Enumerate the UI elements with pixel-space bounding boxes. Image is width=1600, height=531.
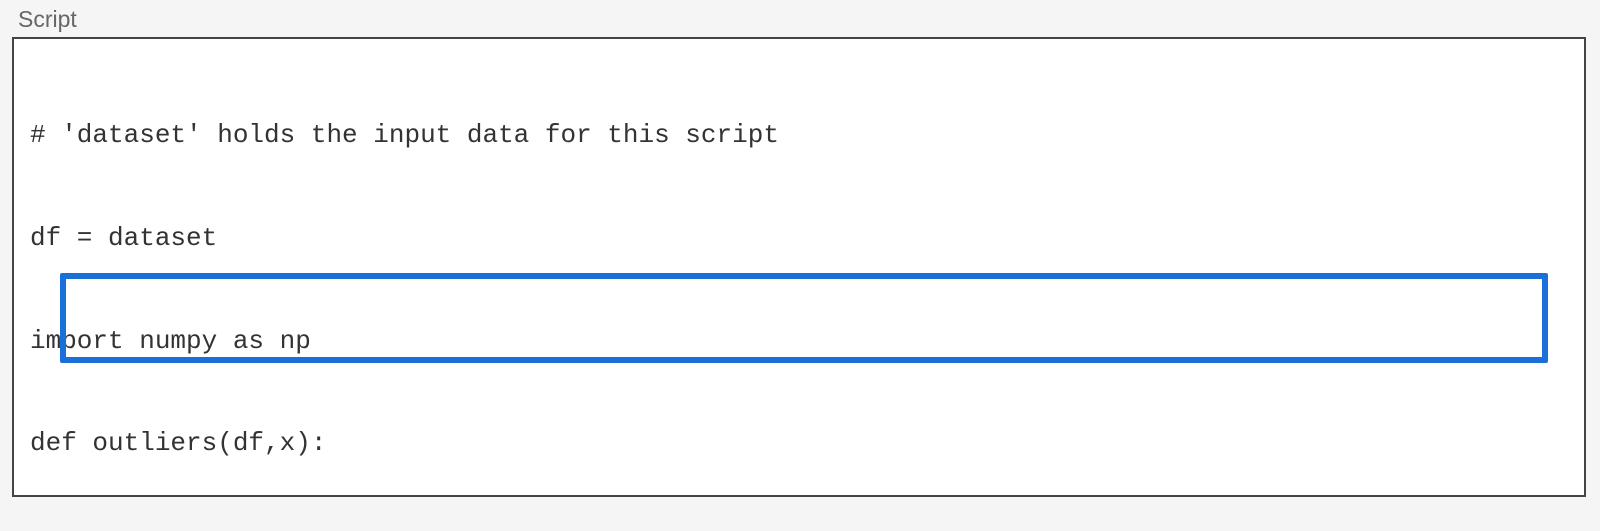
code-line: df = dataset xyxy=(30,221,1568,255)
code-line: import numpy as np xyxy=(30,324,1568,358)
script-panel: Script # 'dataset' holds the input data … xyxy=(0,0,1600,531)
code-line: def outliers(df,x): xyxy=(30,426,1568,460)
panel-title: Script xyxy=(18,6,1588,33)
code-line: # 'dataset' holds the input data for thi… xyxy=(30,118,1568,152)
code-editor[interactable]: # 'dataset' holds the input data for thi… xyxy=(12,37,1586,497)
